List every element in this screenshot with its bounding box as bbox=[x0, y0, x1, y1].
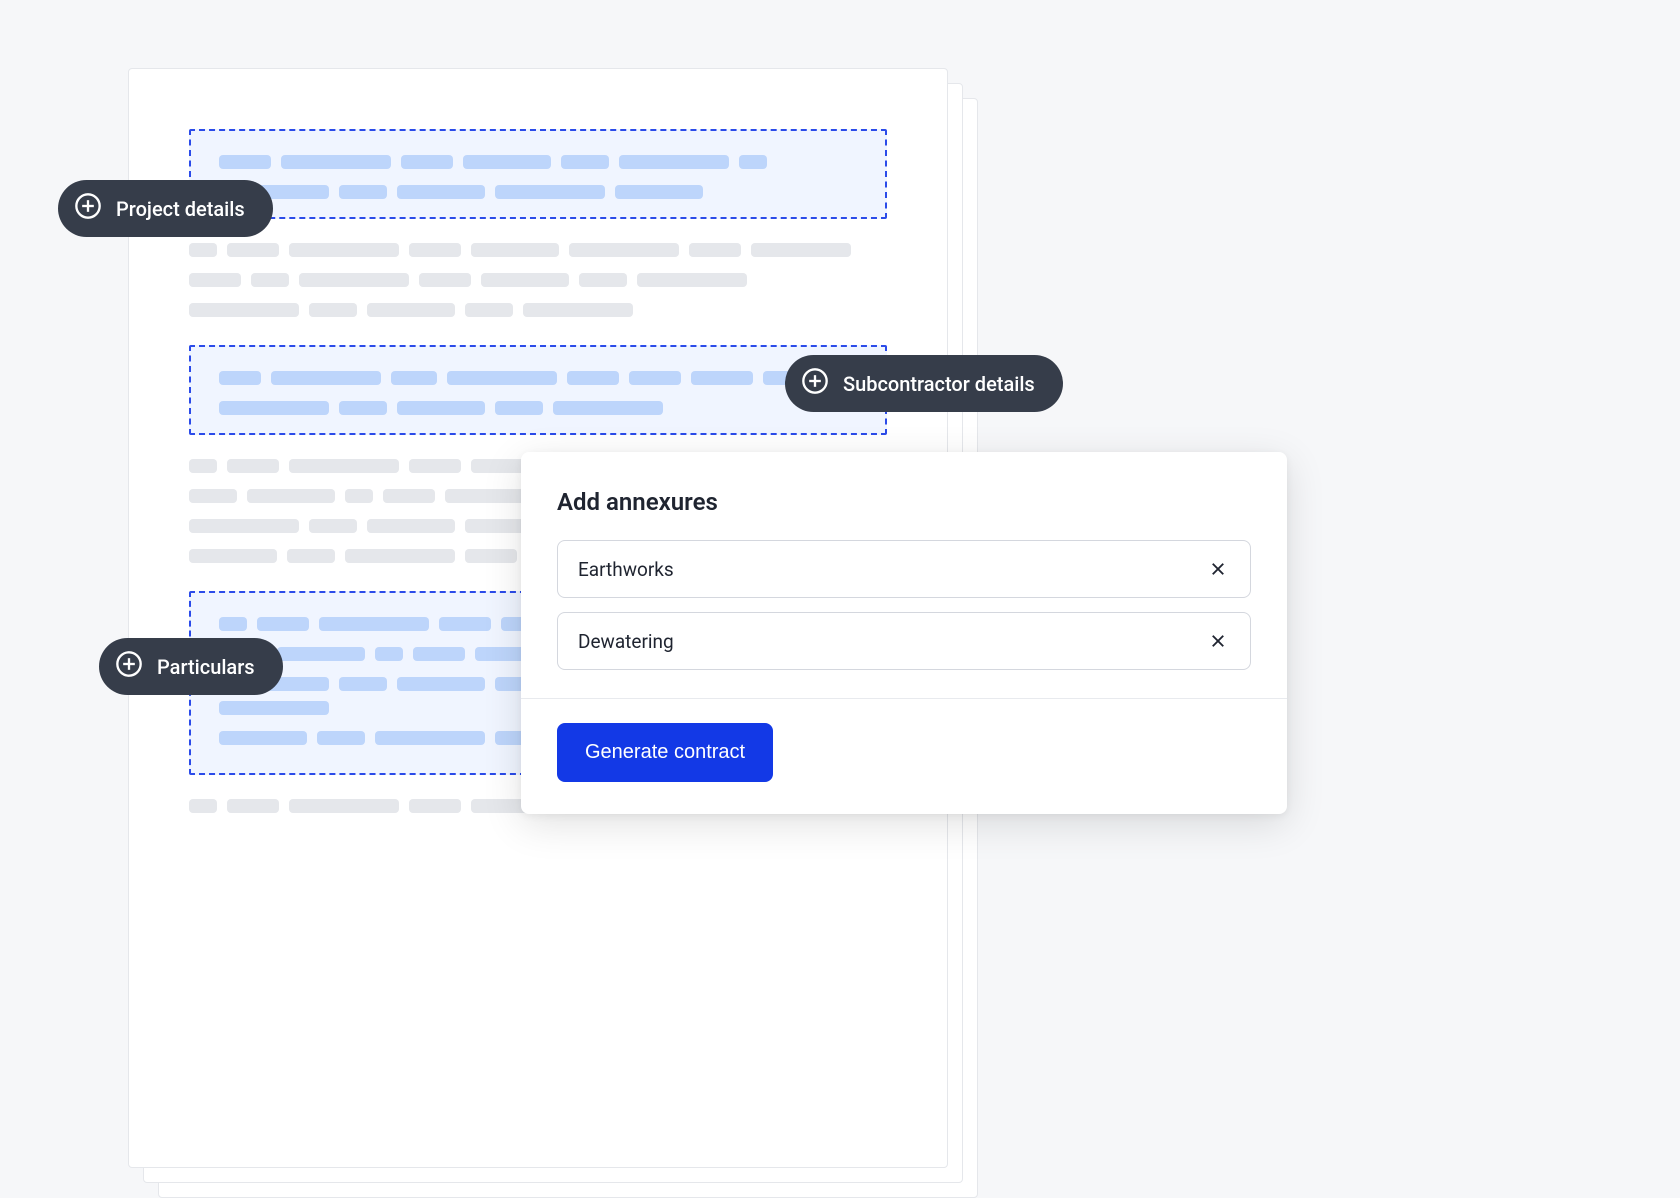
remove-annexure-button[interactable] bbox=[1206, 557, 1230, 581]
placeholder-line bbox=[189, 243, 887, 257]
placeholder-bar bbox=[397, 185, 485, 199]
pill-particulars[interactable]: Particulars bbox=[99, 638, 283, 695]
annexure-item: Earthworks bbox=[557, 540, 1251, 598]
editable-section-subcontractor-details[interactable] bbox=[189, 345, 887, 435]
placeholder-line bbox=[189, 273, 887, 287]
placeholder-line bbox=[219, 401, 857, 415]
annexures-panel: Add annexures Earthworks Dewatering bbox=[521, 452, 1287, 814]
annexure-item-label: Earthworks bbox=[578, 558, 674, 581]
placeholder-bar bbox=[401, 155, 453, 169]
editable-section-project-details[interactable] bbox=[189, 129, 887, 219]
remove-annexure-button[interactable] bbox=[1206, 629, 1230, 653]
placeholder-bar bbox=[615, 185, 703, 199]
placeholder-bar bbox=[219, 155, 271, 169]
pill-label: Particulars bbox=[157, 655, 255, 679]
generate-contract-button[interactable]: Generate contract bbox=[557, 723, 773, 782]
annexure-item: Dewatering bbox=[557, 612, 1251, 670]
plus-circle-icon bbox=[115, 650, 143, 683]
placeholder-bar bbox=[339, 185, 387, 199]
placeholder-bar bbox=[739, 155, 767, 169]
placeholder-line bbox=[219, 155, 857, 169]
annexures-title: Add annexures bbox=[557, 488, 1251, 516]
placeholder-line bbox=[219, 185, 857, 199]
placeholder-bar bbox=[463, 155, 551, 169]
close-icon bbox=[1209, 632, 1227, 650]
placeholder-bar bbox=[495, 185, 605, 199]
close-icon bbox=[1209, 560, 1227, 578]
placeholder-bar bbox=[281, 155, 391, 169]
body-text-block bbox=[189, 243, 887, 317]
pill-label: Project details bbox=[116, 197, 245, 221]
plus-circle-icon bbox=[74, 192, 102, 225]
pill-subcontractor-details[interactable]: Subcontractor details bbox=[785, 355, 1063, 412]
plus-circle-icon bbox=[801, 367, 829, 400]
placeholder-bar bbox=[619, 155, 729, 169]
annexure-item-label: Dewatering bbox=[578, 630, 674, 653]
pill-label: Subcontractor details bbox=[843, 372, 1035, 396]
placeholder-line bbox=[189, 303, 887, 317]
placeholder-bar bbox=[561, 155, 609, 169]
placeholder-line bbox=[219, 371, 857, 385]
pill-project-details[interactable]: Project details bbox=[58, 180, 273, 237]
